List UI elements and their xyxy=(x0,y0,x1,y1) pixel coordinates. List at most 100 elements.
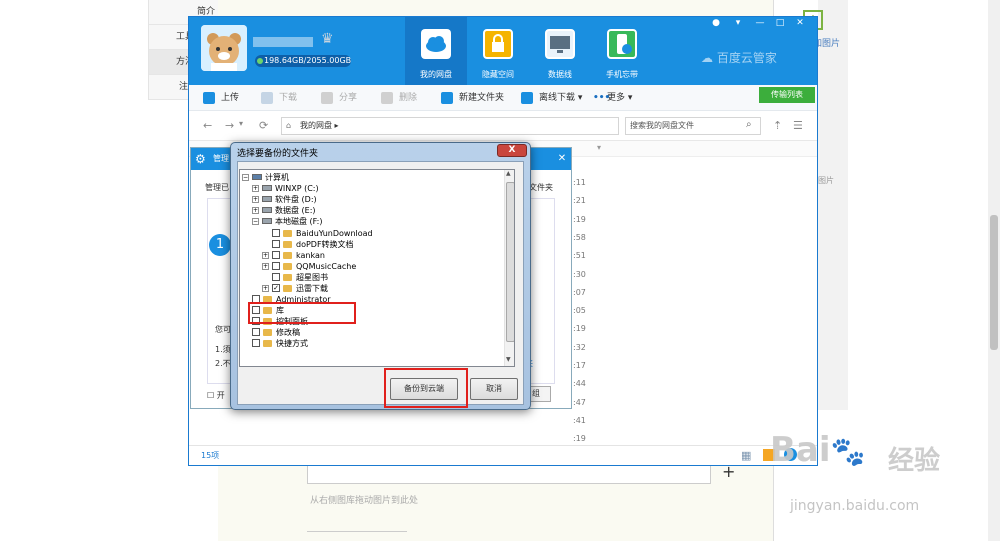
tab-hidden-space[interactable]: 隐藏空间 xyxy=(467,17,529,85)
share-icon xyxy=(321,92,333,104)
transfer-label: 传输列表 xyxy=(771,90,803,99)
refresh-icon[interactable]: ⟳ xyxy=(259,119,268,132)
upload-button[interactable]: 上传 xyxy=(203,91,239,105)
tree-node[interactable]: + ✓ 迅雷下载 xyxy=(240,283,502,294)
scroll-up-icon[interactable]: ▲ xyxy=(506,170,511,177)
expand-toggle-icon[interactable]: + xyxy=(262,285,269,292)
folder-icon xyxy=(283,241,292,248)
tab-label: 我的网盘 xyxy=(420,70,452,79)
search-icon[interactable]: ⌕ xyxy=(746,119,752,130)
list-view-icon[interactable]: ☰ xyxy=(793,119,803,132)
folder-checkbox[interactable] xyxy=(252,328,260,336)
manager-checkbox[interactable]: ☐ 开 xyxy=(207,390,225,401)
phone-icon xyxy=(607,29,637,59)
folder-icon xyxy=(283,285,292,292)
tree-node[interactable]: BaiduYunDownload xyxy=(240,228,502,239)
drive-icon xyxy=(262,185,272,191)
grid-view-icon[interactable]: ▦ xyxy=(741,449,751,462)
page-scrollbar[interactable] xyxy=(988,0,1000,541)
file-modified-time: :11 xyxy=(573,178,586,187)
manager-close-icon[interactable]: ✕ xyxy=(553,148,571,170)
path-breadcrumb[interactable]: ⌂ 我的网盘 ▸ xyxy=(281,117,619,135)
file-modified-time: :41 xyxy=(573,415,586,425)
tree-node-label: doPDF转换文档 xyxy=(296,240,354,249)
search-input[interactable]: 搜索我的网盘文件 xyxy=(625,117,761,135)
history-dropdown-icon[interactable]: ▾ xyxy=(239,119,243,128)
menu-icon[interactable]: ▾ xyxy=(731,17,745,29)
username-blurred xyxy=(253,37,313,47)
storage-quota: 198.64GB/2055.00GB xyxy=(255,55,351,67)
tree-node-label: 计算机 xyxy=(265,173,289,182)
tree-node-label: 本地磁盘 (F:) xyxy=(275,217,323,226)
upload-small-icon[interactable]: ⇡ xyxy=(773,119,782,132)
backup-to-cloud-button[interactable]: 备份到云端 xyxy=(390,378,458,400)
tab-data-cable[interactable]: 数据线 xyxy=(529,17,591,85)
transfer-list-button[interactable]: 传输列表 xyxy=(759,87,815,103)
maximize-icon[interactable]: □ xyxy=(773,17,787,29)
brand-logo: ☁ 百度云管家 xyxy=(701,51,777,65)
watermark-logo: Bai🐾 xyxy=(770,430,865,470)
drive-icon xyxy=(262,218,272,224)
folder-checkbox[interactable] xyxy=(272,262,280,270)
expand-toggle-icon[interactable]: − xyxy=(242,174,249,181)
expand-toggle-icon[interactable]: + xyxy=(262,263,269,270)
folder-checkbox[interactable] xyxy=(272,229,280,237)
tab-my-disk[interactable]: 我的网盘 xyxy=(405,17,467,85)
cloud-icon xyxy=(421,29,451,59)
image-ghost-text: 图片 xyxy=(818,176,834,185)
tree-node[interactable]: 超星图书 xyxy=(240,272,502,283)
expand-toggle-icon[interactable]: + xyxy=(262,252,269,259)
computer-icon xyxy=(252,174,262,180)
tree-node[interactable]: + WINXP (C:) xyxy=(240,183,502,194)
app-header: ♛ 198.64GB/2055.00GB 我的网盘 隐藏空间 数据线 手机忘带 … xyxy=(189,17,817,85)
gear-icon: ⚙ xyxy=(195,152,206,166)
manager-text: 2.不 xyxy=(215,359,231,368)
tab-phone-forgot[interactable]: 手机忘带 xyxy=(591,17,653,85)
bear-avatar-icon xyxy=(201,25,247,71)
expand-toggle-icon[interactable]: + xyxy=(252,185,259,192)
tree-node[interactable]: − 本地磁盘 (F:) xyxy=(240,216,502,227)
expand-toggle-icon[interactable]: + xyxy=(252,207,259,214)
scrollbar-thumb[interactable] xyxy=(990,215,998,350)
tab-label: 手机忘带 xyxy=(606,70,638,79)
folder-checkbox[interactable]: ✓ xyxy=(272,284,280,292)
bell-icon[interactable]: ● xyxy=(709,17,723,29)
tree-node[interactable]: − 计算机 xyxy=(240,172,502,183)
more-dots-icon: ••• xyxy=(593,93,611,103)
delete-button[interactable]: 删除 xyxy=(381,91,417,105)
new-folder-button[interactable]: 新建文件夹 xyxy=(441,91,504,105)
sort-dropdown-icon[interactable]: ▾ xyxy=(597,143,601,152)
tree-node[interactable]: + 数据盘 (E:) xyxy=(240,205,502,216)
tree-node[interactable]: doPDF转换文档 xyxy=(240,239,502,250)
tree-node[interactable]: + 软件盘 (D:) xyxy=(240,194,502,205)
minimize-icon[interactable]: — xyxy=(753,17,767,29)
tree-node[interactable]: + QQMusicCache xyxy=(240,261,502,272)
share-button[interactable]: 分享 xyxy=(321,91,357,105)
tree-node[interactable]: 修改稿 xyxy=(240,327,502,338)
more-button[interactable]: ••• 更多 ▾ xyxy=(593,91,632,105)
tree-node[interactable]: + kankan xyxy=(240,250,502,261)
folder-checkbox[interactable] xyxy=(272,273,280,281)
scroll-down-icon[interactable]: ▼ xyxy=(506,356,511,363)
tree-node[interactable]: 快捷方式 xyxy=(240,338,502,349)
folder-checkbox[interactable] xyxy=(272,240,280,248)
expand-toggle-icon[interactable]: + xyxy=(252,196,259,203)
folder-checkbox[interactable] xyxy=(252,339,260,347)
avatar[interactable] xyxy=(201,25,247,71)
close-icon[interactable]: ✕ xyxy=(793,17,807,29)
path-label: 我的网盘 xyxy=(300,121,332,130)
forward-icon[interactable]: → xyxy=(225,119,234,132)
expand-toggle-icon[interactable]: − xyxy=(252,218,259,225)
download-button[interactable]: 下载 xyxy=(261,91,297,105)
file-modified-time: :30 xyxy=(573,269,586,279)
tree-scroll-thumb[interactable] xyxy=(506,182,514,342)
dialog-close-icon[interactable]: X xyxy=(497,144,527,157)
back-icon[interactable]: ← xyxy=(203,119,212,132)
step-number-badge: 1 xyxy=(209,234,231,256)
lock-icon xyxy=(483,29,513,59)
cancel-button[interactable]: 取消 xyxy=(470,378,518,400)
offline-download-button[interactable]: 离线下载 ▾ xyxy=(521,91,582,105)
tree-scrollbar[interactable]: ▲ ▼ xyxy=(504,170,514,366)
folder-checkbox[interactable] xyxy=(272,251,280,259)
folder-tree[interactable]: − 计算机 + WINXP (C:) + 软件盘 (D:) + 数据盘 (E:) − 本地磁盘 (… xyxy=(239,169,515,367)
